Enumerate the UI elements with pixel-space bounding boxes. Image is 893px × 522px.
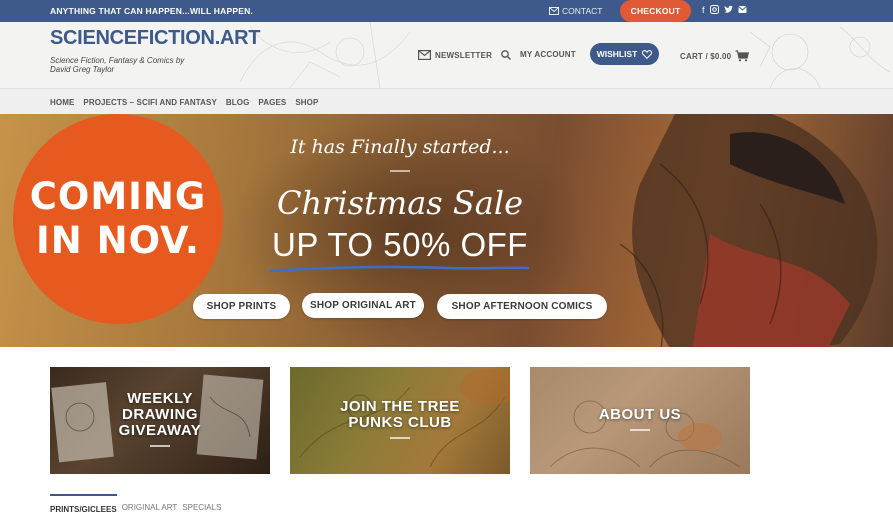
tab-prints-giclees[interactable]: PRINTS/GICLEES bbox=[50, 494, 117, 514]
hero-kicker: It has Finally started... bbox=[290, 136, 510, 158]
site-tagline: ANYTHING THAT CAN HAPPEN...WILL HAPPEN. bbox=[50, 6, 253, 16]
tile-title-line-3: GIVEAWAY bbox=[118, 422, 202, 439]
tile-title-line-1: JOIN THE TREE bbox=[340, 398, 460, 415]
tab-specials[interactable]: SPECIALS bbox=[182, 494, 221, 514]
header-sketch-right bbox=[750, 26, 891, 88]
tile-divider bbox=[150, 445, 170, 447]
social-links: f bbox=[702, 5, 747, 17]
hero-underline bbox=[268, 265, 530, 273]
main-nav: HOME PROJECTS – SCIFI AND FANTASY BLOG P… bbox=[0, 88, 893, 114]
nav-item-blog[interactable]: BLOG bbox=[226, 98, 250, 107]
search-icon[interactable] bbox=[501, 50, 511, 60]
tile-title-line-2: PUNKS CLUB bbox=[348, 414, 452, 431]
hero-title: Christmas Sale bbox=[276, 184, 524, 222]
tile-weekly-giveaway[interactable]: WEEKLY DRAWING GIVEAWAY bbox=[50, 367, 270, 474]
tile-title: WEEKLY DRAWING GIVEAWAY bbox=[50, 391, 270, 439]
hero-offer: UP TO 50% OFF bbox=[272, 226, 528, 263]
shop-afternoon-comics-button[interactable]: SHOP AFTERNOON COMICS bbox=[437, 294, 607, 319]
twitter-icon[interactable] bbox=[724, 5, 733, 17]
envelope-icon bbox=[549, 7, 559, 15]
tile-title: JOIN THE TREE PUNKS CLUB bbox=[290, 399, 510, 431]
hero-banner: COMING IN NOV. It has Finally started...… bbox=[0, 114, 893, 347]
newsletter-label: NEWSLETTER bbox=[435, 50, 493, 60]
nav-item-pages[interactable]: PAGES bbox=[258, 98, 286, 107]
nav-item-home[interactable]: HOME bbox=[50, 98, 74, 107]
tile-divider bbox=[630, 429, 650, 431]
email-icon[interactable] bbox=[737, 5, 747, 17]
nav-item-projects[interactable]: PROJECTS – SCIFI AND FANTASY bbox=[83, 98, 216, 107]
my-account-link[interactable]: MY ACCOUNT bbox=[520, 50, 576, 59]
cart-label: CART / $0.00 bbox=[680, 51, 732, 61]
product-tabs: PRINTS/GICLEES ORIGINAL ART SPECIALS bbox=[50, 494, 221, 514]
contact-label: CONTACT bbox=[562, 6, 603, 16]
facebook-icon[interactable]: f bbox=[702, 5, 705, 17]
tile-divider bbox=[390, 437, 410, 439]
tab-original-art[interactable]: ORIGINAL ART bbox=[122, 494, 178, 514]
cart-icon bbox=[735, 50, 750, 62]
nav-item-shop[interactable]: SHOP bbox=[295, 98, 318, 107]
shop-original-art-button[interactable]: SHOP ORIGINAL ART bbox=[302, 293, 424, 318]
wishlist-label: WISHLIST bbox=[596, 49, 638, 59]
hero-divider bbox=[390, 170, 410, 172]
instagram-icon[interactable] bbox=[709, 5, 719, 17]
site-subtitle: Science Fiction, Fantasy & Comics by Dav… bbox=[50, 56, 185, 74]
cart-link[interactable]: CART / $0.00 bbox=[680, 50, 750, 62]
tile-title-line-1: ABOUT US bbox=[598, 406, 682, 423]
contact-link[interactable]: CONTACT bbox=[549, 6, 602, 16]
heart-icon bbox=[642, 49, 653, 59]
checkout-button[interactable]: CHECKOUT bbox=[620, 0, 691, 22]
top-bar: ANYTHING THAT CAN HAPPEN...WILL HAPPEN. … bbox=[0, 0, 893, 22]
site-logo[interactable]: SCIENCEFICTION.ART bbox=[50, 27, 260, 50]
tile-title-line-1: WEEKLY bbox=[127, 390, 193, 407]
site-header: SCIENCEFICTION.ART Science Fiction, Fant… bbox=[0, 22, 893, 88]
tile-tree-punks-club[interactable]: JOIN THE TREE PUNKS CLUB bbox=[290, 367, 510, 474]
tile-about-us[interactable]: ABOUT US bbox=[530, 367, 750, 474]
envelope-icon bbox=[418, 50, 431, 60]
wishlist-button[interactable]: WISHLIST bbox=[590, 43, 659, 65]
tile-title-line-2: DRAWING bbox=[122, 406, 198, 423]
newsletter-link[interactable]: NEWSLETTER bbox=[418, 50, 492, 60]
tile-title: ABOUT US bbox=[530, 407, 750, 423]
shop-prints-button[interactable]: SHOP PRINTS bbox=[193, 294, 290, 319]
